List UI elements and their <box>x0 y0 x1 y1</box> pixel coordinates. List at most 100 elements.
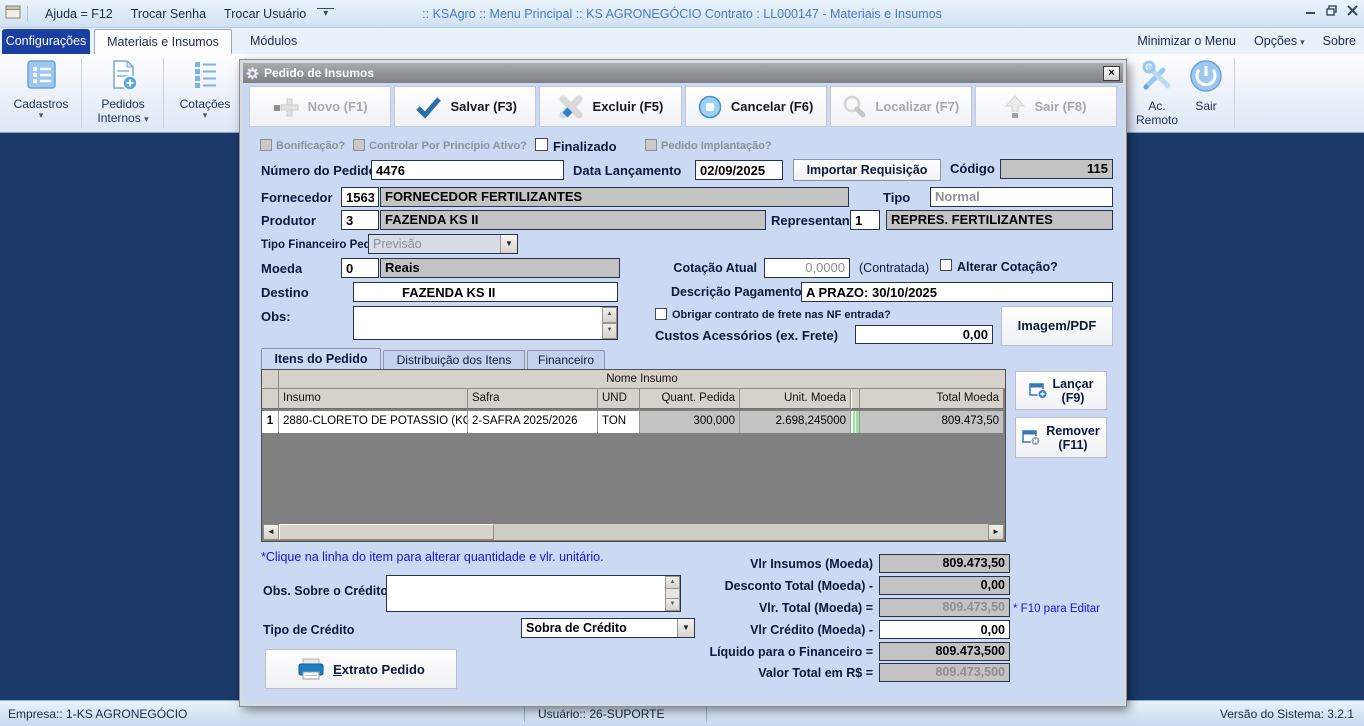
menu-ajuda[interactable]: Ajuda = F12 <box>36 7 122 21</box>
moeda-label: Moeda <box>261 261 302 276</box>
tab-financeiro[interactable]: Financeiro <box>527 350 605 369</box>
vlr-insumos-label: Vlr Insumos (Moeda) <box>543 557 873 571</box>
implantacao-checkbox[interactable] <box>645 139 657 151</box>
scroll-down-icon[interactable]: ▼ <box>665 598 680 611</box>
obrigar-frete-checkbox[interactable] <box>655 308 667 320</box>
menu-trocar-usuario[interactable]: Trocar Usuário <box>215 7 315 21</box>
data-lancamento-input[interactable] <box>695 160 783 180</box>
cell-insumo[interactable]: 2880-CLORETO DE POTASSIO (KCL) <box>279 411 468 433</box>
imagem-pdf-button[interactable]: Imagem/PDF <box>1001 306 1113 346</box>
cell-und[interactable]: TON <box>598 411 640 433</box>
col-safra[interactable]: Safra <box>468 389 598 409</box>
extrato-pedido-button[interactable]: Extrato Pedido <box>265 649 457 689</box>
scroll-down-icon[interactable]: ▼ <box>602 323 617 339</box>
scroll-left-icon[interactable]: ◄ <box>263 524 279 540</box>
minimize-icon[interactable] <box>1305 5 1316 16</box>
grid-row-1[interactable]: 1 2880-CLORETO DE POTASSIO (KCL) 2-SAFRA… <box>262 411 1005 433</box>
cell-quant[interactable]: 300,000 <box>640 411 740 433</box>
representante-nome-field: REPRES. FERTILIZANTES <box>886 210 1113 230</box>
tab-configuracoes[interactable]: Configurações <box>2 29 90 54</box>
fornecedor-nome-field: FORNECEDOR FERTILIZANTES <box>380 187 849 207</box>
checkmark-icon <box>414 95 442 119</box>
grid-header-row: Insumo Safra UND Quant. Pedida Unit. Moe… <box>262 389 1005 409</box>
restore-icon[interactable] <box>1326 5 1337 16</box>
dialog-titlebar[interactable]: Pedido de Insumos × <box>243 63 1123 83</box>
cotacao-atual-field: 0,0000 <box>764 258 850 278</box>
chevron-down-icon: ▾ <box>144 114 149 124</box>
tipo-financeiro-select[interactable]: Previsão ▼ <box>368 234 518 254</box>
vlr-credito-input[interactable] <box>879 620 1010 639</box>
pedidos-internos-button[interactable]: Pedidos Internos ▾ <box>84 58 162 128</box>
col-unit-moeda[interactable]: Unit. Moeda <box>740 389 851 409</box>
valor-total-rs-field: 809.473,500 <box>879 663 1010 682</box>
bonificacao-checkbox[interactable] <box>260 139 272 151</box>
tab-distribuicao-itens[interactable]: Distribuição dos Itens <box>383 350 525 369</box>
liquido-financeiro-label: Líquido para o Financeiro = <box>543 645 873 659</box>
grid-corner <box>262 370 279 389</box>
localizar-button[interactable]: Localizar (F7) <box>830 86 972 127</box>
tab-materiais-insumos[interactable]: Materiais e Insumos <box>94 29 232 54</box>
fornecedor-codigo-input[interactable] <box>341 187 379 207</box>
col-quant-pedida[interactable]: Quant. Pedida <box>640 389 740 409</box>
sair-dialog-button[interactable]: Sair (F8) <box>975 86 1117 127</box>
tools-icon <box>1139 58 1175 94</box>
obs-textarea[interactable] <box>353 306 618 340</box>
obs-scrollbar[interactable]: ▲ ▼ <box>602 307 617 339</box>
ribbon-sair-button[interactable]: Sair <box>1182 58 1230 128</box>
lancar-button[interactable]: Lançar(F9) <box>1015 371 1107 410</box>
sobre-menu[interactable]: Sobre <box>1323 34 1356 48</box>
numero-pedido-input[interactable] <box>371 160 564 180</box>
pedido-insumos-window: Pedido de Insumos × Novo (F1) Salvar (F3… <box>240 60 1126 706</box>
tab-modulos[interactable]: Módulos <box>236 29 311 54</box>
scrollbar-thumb[interactable] <box>279 524 494 540</box>
close-icon[interactable] <box>1347 5 1358 16</box>
tipo-label: Tipo <box>883 190 910 205</box>
cancelar-button[interactable]: Cancelar (F6) <box>685 86 827 127</box>
alterar-cotacao-checkbox[interactable] <box>940 259 952 271</box>
excluir-button[interactable]: Excluir (F5) <box>539 86 681 127</box>
col-total-moeda[interactable]: Total Moeda <box>860 389 1003 409</box>
produtor-codigo-input[interactable] <box>341 210 379 230</box>
descricao-pagamento-label: Descrição Pagamento <box>671 285 802 299</box>
minimizar-menu-button[interactable]: Minimizar o Menu <box>1137 34 1236 48</box>
representante-codigo-input[interactable] <box>850 210 880 230</box>
acesso-remoto-button[interactable]: Ac.Remoto <box>1130 58 1184 128</box>
cotacoes-icon <box>188 58 222 92</box>
tipo-credito-select[interactable]: Sobra de Crédito ▼ <box>521 618 695 638</box>
liquido-financeiro-field: 809.473,500 <box>879 642 1010 661</box>
obs-credito-textarea[interactable] <box>386 575 681 612</box>
scroll-up-icon[interactable]: ▲ <box>602 307 617 323</box>
obs-label: Obs: <box>261 309 291 324</box>
obrigar-frete-label: Obrigar contrato de frete nas NF entrada… <box>672 309 891 321</box>
cell-total[interactable]: 809.473,50 <box>860 411 1003 433</box>
dialog-close-button[interactable]: × <box>1103 66 1120 81</box>
opcoes-menu[interactable]: Opções▾ <box>1254 34 1305 48</box>
cadastros-button[interactable]: Cadastros ▾ <box>2 58 80 128</box>
col-und[interactable]: UND <box>598 389 640 409</box>
importar-requisicao-button[interactable]: Importar Requisição <box>793 159 941 181</box>
toolbar-overflow-icon[interactable]: ▾ <box>317 8 334 19</box>
salvar-button[interactable]: Salvar (F3) <box>394 86 536 127</box>
cotacoes-button[interactable]: Cotações ▾ <box>166 58 244 128</box>
tab-itens-pedido[interactable]: Itens do Pedido <box>261 348 381 369</box>
menu-trocar-senha[interactable]: Trocar Senha <box>122 7 215 21</box>
scroll-up-icon[interactable]: ▲ <box>665 576 680 589</box>
destino-label: Destino <box>261 285 309 300</box>
destino-input[interactable] <box>353 282 618 302</box>
grid-horizontal-scrollbar[interactable]: ◄ ► <box>263 524 1004 540</box>
col-insumo[interactable]: Insumo <box>279 389 468 409</box>
obs-credito-scrollbar[interactable]: ▲ ▼ <box>665 576 680 611</box>
cell-safra[interactable]: 2-SAFRA 2025/2026 <box>468 411 598 433</box>
moeda-codigo-input[interactable] <box>341 258 379 278</box>
finalizado-checkbox[interactable] <box>535 138 548 151</box>
scroll-right-icon[interactable]: ► <box>988 524 1004 540</box>
novo-button[interactable]: Novo (F1) <box>249 86 391 127</box>
custos-acessorios-input[interactable] <box>855 325 993 344</box>
principio-ativo-checkbox[interactable] <box>353 139 365 151</box>
cadastros-icon <box>24 58 58 92</box>
remover-button[interactable]: Remover(F11) <box>1015 417 1107 458</box>
ribbon-tab-row: Configurações Materiais e Insumos Módulo… <box>0 28 1364 54</box>
descricao-pagamento-input[interactable] <box>801 282 1113 302</box>
add-item-icon <box>1029 382 1048 399</box>
cell-unit[interactable]: 2.698,245000 <box>740 411 851 433</box>
